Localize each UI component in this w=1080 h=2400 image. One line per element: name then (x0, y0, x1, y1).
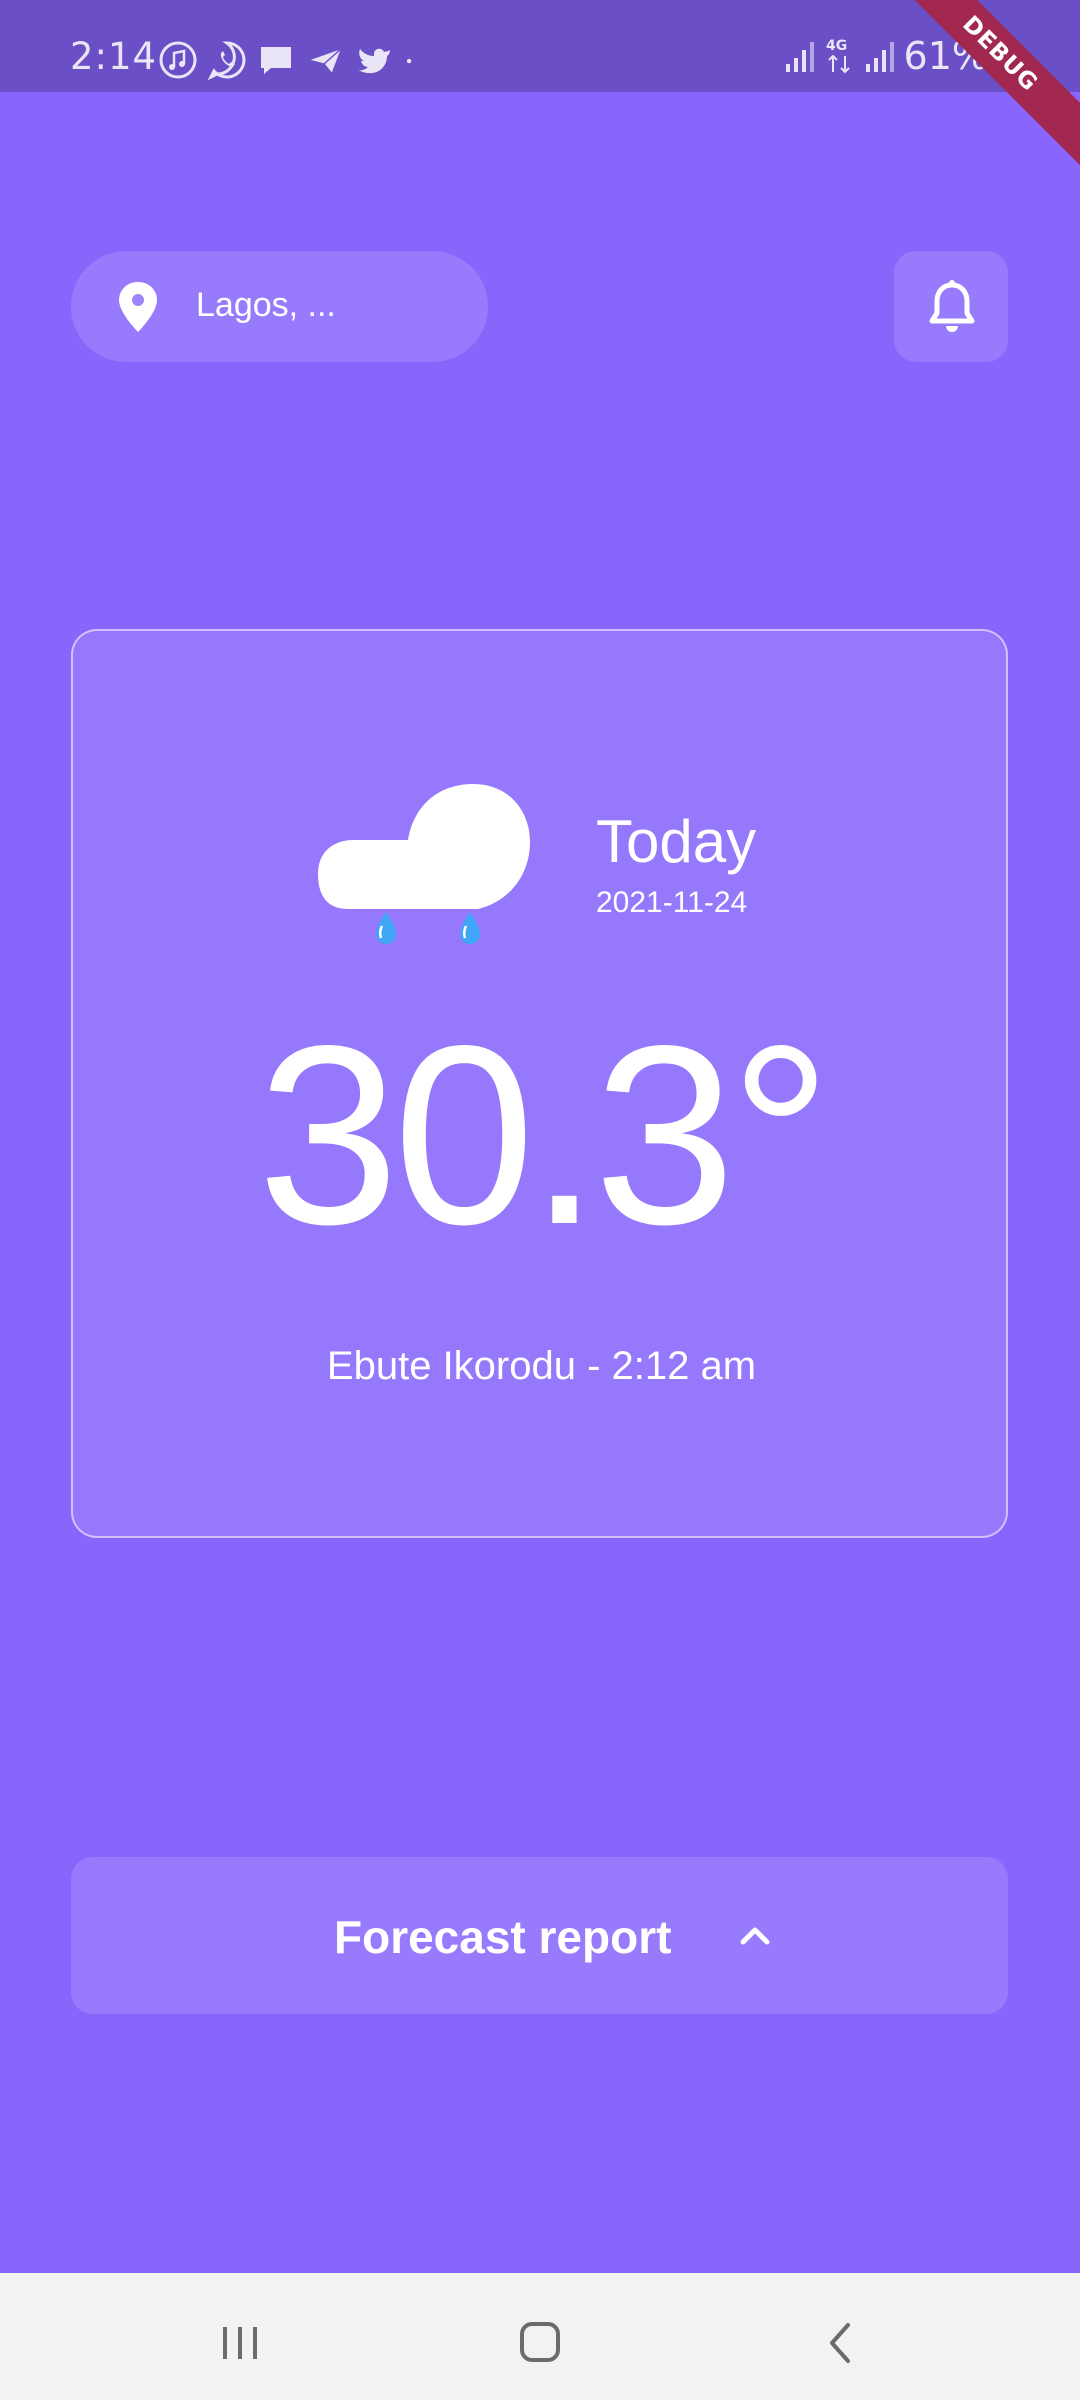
status-time: 2:14 (70, 35, 158, 78)
signal-2-icon (865, 42, 894, 72)
debug-banner: DEBUG (878, 0, 1080, 176)
bell-icon (929, 280, 975, 332)
signal-icon (785, 42, 814, 72)
chevron-up-icon (740, 1927, 770, 1945)
recent-apps-icon[interactable] (210, 2313, 270, 2373)
music-icon (159, 41, 197, 79)
day-label: Today (596, 808, 757, 875)
send-icon (305, 46, 344, 76)
date-label: 2021-11-24 (596, 886, 748, 919)
weather-card: Today 2021-11-24 30.3° Ebute Ikorodu - 2… (71, 629, 1008, 1538)
location-pin-icon (119, 282, 157, 332)
forecast-label: Forecast report (334, 1911, 672, 1963)
notification-icons (158, 40, 425, 80)
dot-icon (406, 58, 412, 64)
notifications-button[interactable] (894, 251, 1008, 362)
cloud-rain-icon (318, 784, 530, 944)
home-icon[interactable] (510, 2313, 570, 2373)
whatsapp-icon (207, 41, 246, 80)
network-4g-icon: 4G (826, 38, 850, 74)
back-icon[interactable] (812, 2313, 872, 2373)
location-time: Ebute Ikorodu - 2:12 am (326, 1344, 757, 1388)
message-icon (261, 47, 291, 74)
location-selector[interactable]: Lagos, ... (71, 251, 488, 362)
system-nav-bar (0, 2273, 1080, 2400)
location-label: Lagos, ... (196, 286, 336, 324)
svg-text:4G: 4G (826, 38, 847, 54)
temperature: 30.3° (257, 993, 831, 1278)
twitter-icon (358, 48, 390, 74)
forecast-report-button[interactable]: Forecast report (71, 1857, 1008, 2014)
status-bar: 2:14 4G 61% DEBUG (0, 0, 1080, 176)
